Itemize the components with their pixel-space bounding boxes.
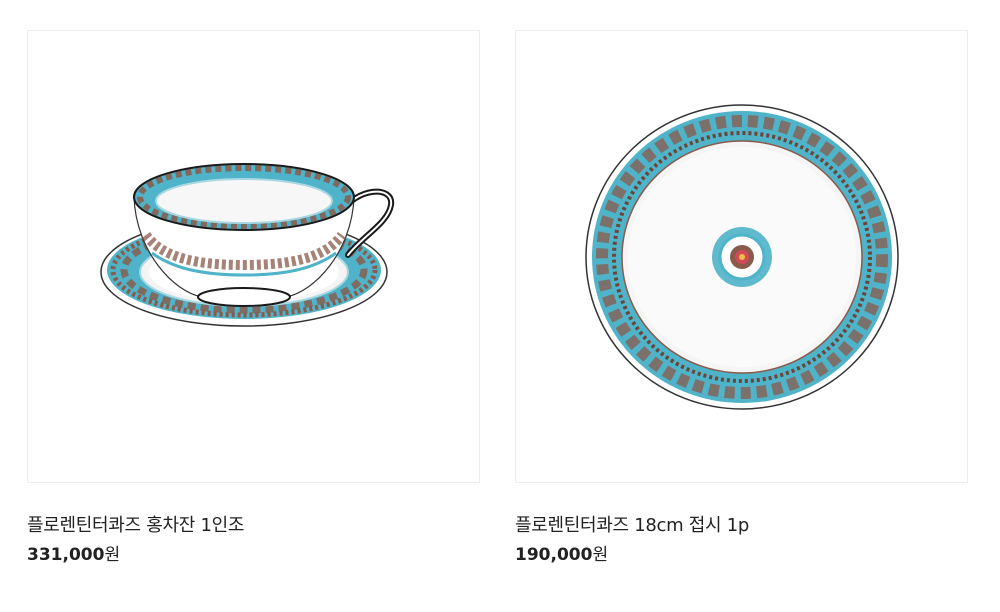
product-card[interactable]: 플로렌틴터콰즈 18cm 접시 1p 190,000원 [515,30,968,567]
teacup-saucer-image [99,162,394,327]
price-amount: 190,000 [515,545,593,565]
price-currency: 원 [104,545,121,565]
product-grid: 플로렌틴터콰즈 홍차잔 1인조 331,000원 플로렌틴터콰즈 18cm 접시… [0,0,1000,612]
product-price: 331,000원 [27,543,480,567]
plate-image [584,103,899,410]
price-amount: 331,000 [27,545,105,565]
product-name[interactable]: 플로렌틴터콰즈 홍차잔 1인조 [27,513,480,539]
product-name[interactable]: 플로렌틴터콰즈 18cm 접시 1p [515,513,968,539]
product-thumbnail[interactable] [27,30,480,483]
product-price: 190,000원 [515,543,968,567]
product-card[interactable]: 플로렌틴터콰즈 홍차잔 1인조 331,000원 [27,30,480,567]
price-currency: 원 [592,545,609,565]
product-thumbnail[interactable] [515,30,968,483]
